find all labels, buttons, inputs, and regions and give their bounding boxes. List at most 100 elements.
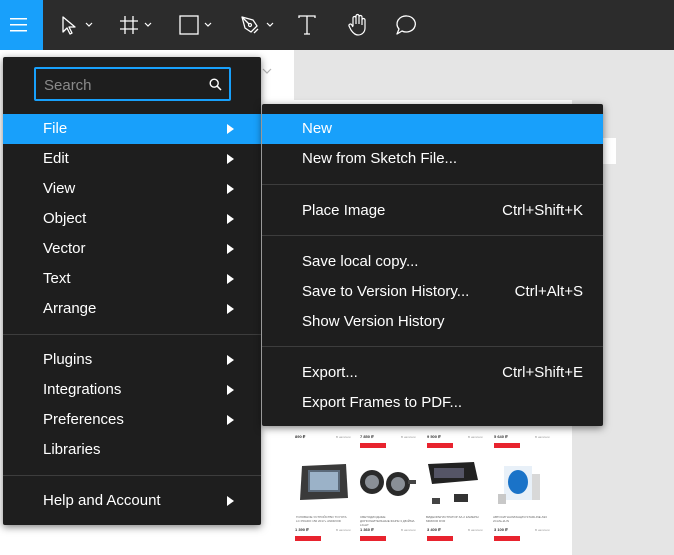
submenu-arrow-icon [227,124,234,134]
menu-item-label: View [43,180,76,197]
main-menu: File Edit View Object Vector Text Arrang… [3,57,261,525]
hash-frame-icon [120,16,138,34]
submenu-item-save-local-copy[interactable]: Save local copy... [262,247,603,277]
product-price: 3 100 ₽ [494,527,508,532]
submenu-item-show-version-history[interactable]: Show Version History [262,307,603,337]
menu-item-label: Vector [43,240,86,257]
pen-tool[interactable] [239,0,274,50]
submenu-arrow-icon [227,415,234,425]
speech-bubble-icon [396,15,416,35]
submenu-arrow-icon [227,274,234,284]
comment-tool[interactable] [395,0,419,50]
menu-item-label: Edit [43,150,69,167]
product-price: 1 390 ₽ [295,527,309,532]
submenu-arrow-icon [227,385,234,395]
product-description: СВЕТОДИОДНЫЕ ДОПОЛНИТЕЛЬНЫЕ ФАРЫ 3 ДЮЙМА… [360,515,415,527]
chevron-down-icon [266,22,274,27]
submenu-separator [262,346,603,347]
menu-separator [3,475,261,476]
product-description: АВТОСИГНАЛИЗАЦИЯ STARLINE A93 2CAN+2LIN [493,515,547,523]
hand-tool[interactable] [346,0,370,50]
menu-item-label: Help and Account [43,492,161,509]
menu-item-view[interactable]: View [3,174,261,204]
menu-item-label: Object [43,210,87,227]
frame-tool[interactable] [119,0,152,50]
buy-button[interactable] [360,443,386,448]
shortcut-label: Ctrl+Alt+S [514,283,583,300]
hand-icon [348,13,366,36]
menu-item-vector[interactable]: Vector [3,234,261,264]
submenu-arrow-icon [227,214,234,224]
pen-nib-icon [241,16,259,34]
buy-button[interactable] [295,536,321,541]
menu-separator [3,334,261,335]
product-image-head-unit [300,464,348,500]
availability-label: В наличии [535,528,550,532]
submenu-item-export[interactable]: Export... Ctrl+Shift+E [262,358,603,388]
submenu-item-export-frames-to-pdf[interactable]: Export Frames to PDF... [262,388,603,418]
menu-search-input[interactable] [44,75,204,95]
availability-label: В наличии [336,435,351,439]
product-price: 7 850 ₽ [360,434,374,439]
buy-button[interactable] [360,536,386,541]
submenu-arrow-icon [227,304,234,314]
menu-item-arrange[interactable]: Arrange [3,294,261,324]
submenu-item-new-from-sketch[interactable]: New from Sketch File... [262,144,603,174]
shortcut-label: Ctrl+Shift+E [502,364,583,381]
menu-item-label: Integrations [43,381,122,398]
menu-search-box[interactable] [34,67,231,101]
buy-button[interactable] [494,536,520,541]
menu-item-libraries[interactable]: Libraries [3,435,261,465]
menu-item-edit[interactable]: Edit [3,144,261,174]
menu-item-file[interactable]: File [3,114,261,144]
product-image-headlights [360,470,416,496]
product-image-dvr [428,462,478,504]
rectangle-icon [179,15,199,35]
menu-item-text[interactable]: Text [3,264,261,294]
search-icon [209,78,222,91]
text-t-icon [298,15,316,35]
move-tool[interactable] [60,0,93,50]
availability-label: В наличии [535,435,550,439]
submenu-item-label: Place Image [302,202,386,219]
submenu-item-label: Save local copy... [302,253,419,270]
buy-button[interactable] [494,443,520,448]
buy-button[interactable] [427,443,453,448]
menu-item-preferences[interactable]: Preferences [3,405,261,435]
availability-label: В наличии [401,528,416,532]
menu-item-plugins[interactable]: Plugins [3,345,261,375]
menu-item-label: File [43,120,68,137]
submenu-item-label: New from Sketch File... [302,150,458,167]
submenu-item-save-to-version-history[interactable]: Save to Version History... Ctrl+Alt+S [262,277,603,307]
submenu-separator [262,184,603,185]
submenu-arrow-icon [227,184,234,194]
shape-tool[interactable] [179,0,212,50]
availability-label: В наличии [468,528,483,532]
submenu-item-place-image[interactable]: Place Image Ctrl+Shift+K [262,196,603,226]
menu-item-integrations[interactable]: Integrations [3,375,261,405]
product-price: 9 500 ₽ [427,434,441,439]
availability-label: В наличии [401,435,416,439]
product-price: 890 ₽ [295,434,306,439]
main-menu-button[interactable] [0,0,43,50]
file-submenu: New New from Sketch File... Place Image … [262,104,603,426]
toolbar [0,0,674,50]
menu-item-label: Preferences [43,411,124,428]
submenu-arrow-icon [227,244,234,254]
submenu-item-label: Show Version History [302,313,445,330]
chevron-down-icon [144,22,152,27]
menu-item-object[interactable]: Object [3,204,261,234]
buy-button[interactable] [427,536,453,541]
product-price: 3 400 ₽ [427,527,441,532]
submenu-item-label: Export Frames to PDF... [302,394,463,411]
submenu-item-label: New [302,120,333,137]
menu-item-label: Text [43,270,71,287]
text-tool[interactable] [297,0,317,50]
product-description: ГОЛОВНОЕ УСТРОЙСТВО TOYOTA LC PRADO 150 … [296,515,347,523]
product-image-alarm [498,466,540,504]
cursor-arrow-icon [62,16,76,35]
submenu-item-new[interactable]: New [262,114,603,144]
submenu-arrow-icon [227,355,234,365]
menu-item-help-and-account[interactable]: Help and Account [3,486,261,516]
chevron-down-icon [204,22,212,27]
